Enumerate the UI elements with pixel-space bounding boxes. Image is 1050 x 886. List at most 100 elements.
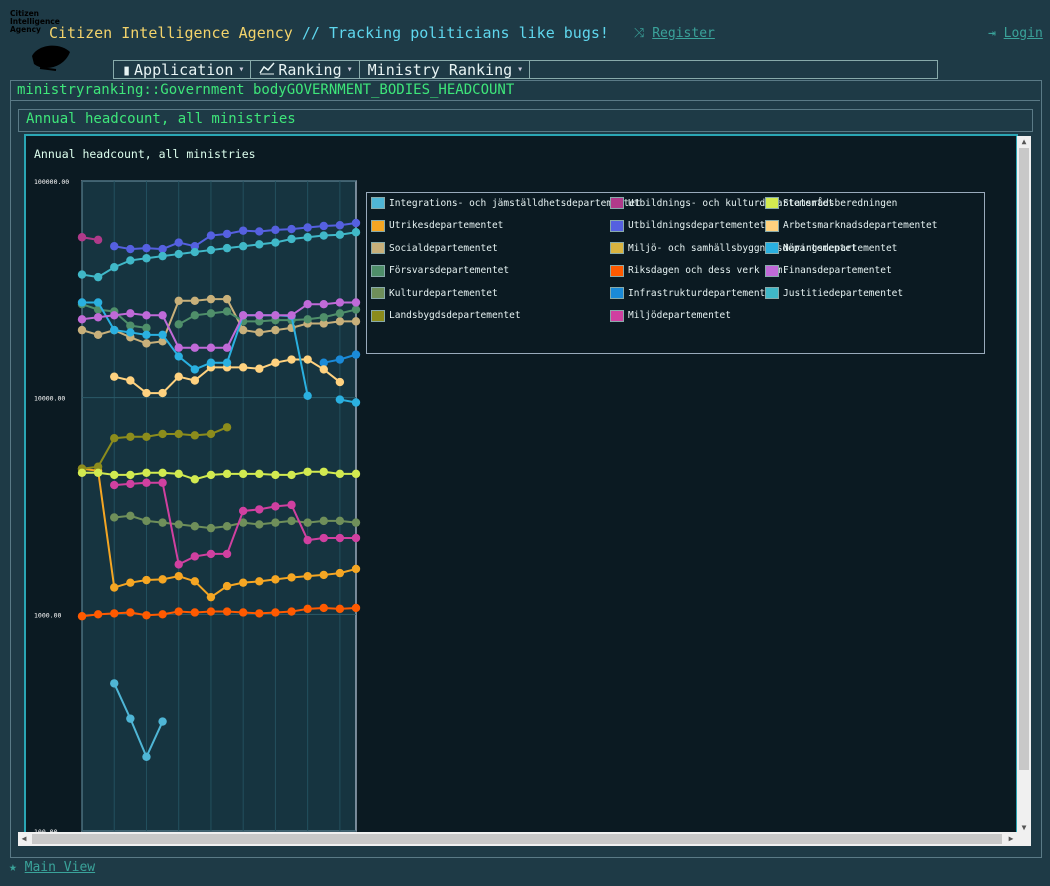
legend-item[interactable]: Miljödepartementet	[610, 309, 731, 322]
data-point	[206, 470, 216, 480]
data-point	[110, 434, 119, 443]
data-point	[158, 717, 167, 726]
data-point	[287, 224, 296, 234]
data-point	[287, 311, 296, 320]
data-point	[238, 578, 248, 587]
register-link[interactable]: ⤨ Register	[634, 26, 715, 41]
legend-swatch	[765, 219, 779, 232]
y-tick-label: 100000.00	[34, 178, 69, 186]
vertical-scrollbar[interactable]: ▲ ▼	[1017, 136, 1031, 834]
brand-tagline: // Tracking politicians like bugs!	[301, 24, 609, 42]
legend-item[interactable]: Infrastrukturdepartementet	[610, 287, 777, 299]
horizontal-scroll-thumb[interactable]	[32, 834, 1002, 844]
data-point	[238, 242, 248, 251]
legend-swatch	[371, 219, 385, 232]
data-point	[142, 339, 151, 348]
legend-item[interactable]: Riksdagen och dess verk m.m.	[610, 264, 788, 277]
legend-item[interactable]: Försvarsdepartementet	[371, 264, 509, 277]
data-point	[238, 363, 248, 372]
data-point	[255, 469, 264, 479]
data-point	[174, 571, 183, 581]
data-point	[335, 377, 345, 387]
y-tick-label: 1000.00	[34, 611, 61, 619]
data-point	[271, 358, 280, 367]
legend-item[interactable]: Landsbygdsdepartementet	[371, 309, 521, 322]
legend-swatch	[765, 287, 779, 299]
scroll-corner	[1017, 832, 1031, 846]
data-point	[126, 256, 135, 265]
data-point	[174, 372, 183, 381]
data-point	[222, 549, 232, 559]
menu-ranking[interactable]: Ranking ▾	[251, 61, 360, 79]
data-point	[222, 358, 232, 367]
data-point	[158, 575, 167, 584]
data-point	[110, 609, 119, 618]
scroll-right-icon[interactable]: ▶	[1005, 832, 1017, 846]
data-point	[190, 247, 200, 257]
legend-item[interactable]: Socialdepartementet	[371, 242, 498, 254]
menu-application[interactable]: ▮ Application ▾	[114, 60, 252, 79]
data-point	[255, 364, 264, 373]
data-point	[335, 469, 345, 479]
data-point	[110, 480, 119, 490]
legend-item[interactable]: Utrikesdepartementet	[371, 219, 504, 232]
data-point	[271, 518, 280, 527]
data-point	[271, 238, 280, 247]
chart-legend: Integrations- och jämställdhetsdeparteme…	[366, 192, 985, 354]
logo-text: Citizen Intelligence Agency	[10, 9, 60, 34]
data-point	[255, 505, 264, 514]
data-point	[190, 522, 200, 531]
data-point	[93, 272, 103, 282]
legend-swatch	[371, 242, 385, 254]
main-view-link[interactable]: ★ Main View	[9, 860, 95, 875]
data-point	[271, 608, 280, 617]
legend-label: Miljödepartementet	[628, 310, 731, 321]
data-point	[351, 298, 361, 307]
data-point	[206, 294, 216, 304]
data-point	[303, 467, 312, 476]
data-point	[110, 263, 119, 272]
legend-item[interactable]: Integrations- och jämställdhetsdeparteme…	[371, 197, 641, 209]
horizontal-scrollbar[interactable]: ◀ ▶	[18, 832, 1017, 846]
scroll-left-icon[interactable]: ◀	[18, 832, 30, 846]
shuffle-icon: ⤨	[634, 26, 645, 41]
data-point	[271, 575, 280, 584]
data-point	[303, 223, 312, 232]
legend-swatch	[765, 242, 779, 254]
chevron-down-icon: ▾	[346, 64, 353, 75]
data-point	[271, 225, 280, 235]
legend-swatch	[610, 242, 624, 254]
legend-item[interactable]: Utbildningsdepartementet	[610, 219, 765, 232]
data-point	[255, 577, 264, 586]
data-point	[351, 398, 361, 407]
legend-label: Arbetsmarknadsdepartementet	[783, 220, 938, 231]
scroll-up-icon[interactable]: ▲	[1017, 136, 1031, 148]
legend-item[interactable]: Finansdepartementet	[765, 264, 892, 277]
data-point	[271, 325, 280, 335]
legend-label: Utrikesdepartementet	[389, 220, 504, 231]
legend-item[interactable]: Näringsdepartementet	[765, 242, 897, 254]
vertical-scroll-thumb[interactable]	[1019, 148, 1029, 770]
data-point	[303, 604, 312, 614]
data-point	[222, 243, 232, 253]
chart-panel-title: Annual headcount, all ministries	[26, 111, 296, 127]
legend-item[interactable]: Arbetsmarknadsdepartementet	[765, 219, 938, 232]
bottle-icon: ▮	[122, 60, 132, 79]
data-point	[142, 243, 151, 253]
menu-ministry-ranking[interactable]: Ministry Ranking ▾	[360, 61, 531, 79]
data-point	[126, 578, 135, 587]
login-link[interactable]: ⇥ Login	[988, 26, 1043, 41]
data-point	[158, 478, 167, 487]
data-point	[335, 568, 345, 578]
data-point	[206, 549, 216, 559]
data-point	[319, 533, 328, 543]
data-point	[255, 240, 264, 249]
legend-item[interactable]: Justitiedepartementet	[765, 287, 903, 299]
data-point	[110, 311, 119, 320]
legend-item[interactable]: Kulturdepartementet	[371, 287, 498, 299]
data-point	[319, 300, 328, 309]
legend-item[interactable]: Statsrådsberedningen	[765, 197, 897, 209]
data-point	[255, 609, 264, 618]
data-point	[77, 325, 87, 335]
data-point	[287, 470, 296, 480]
